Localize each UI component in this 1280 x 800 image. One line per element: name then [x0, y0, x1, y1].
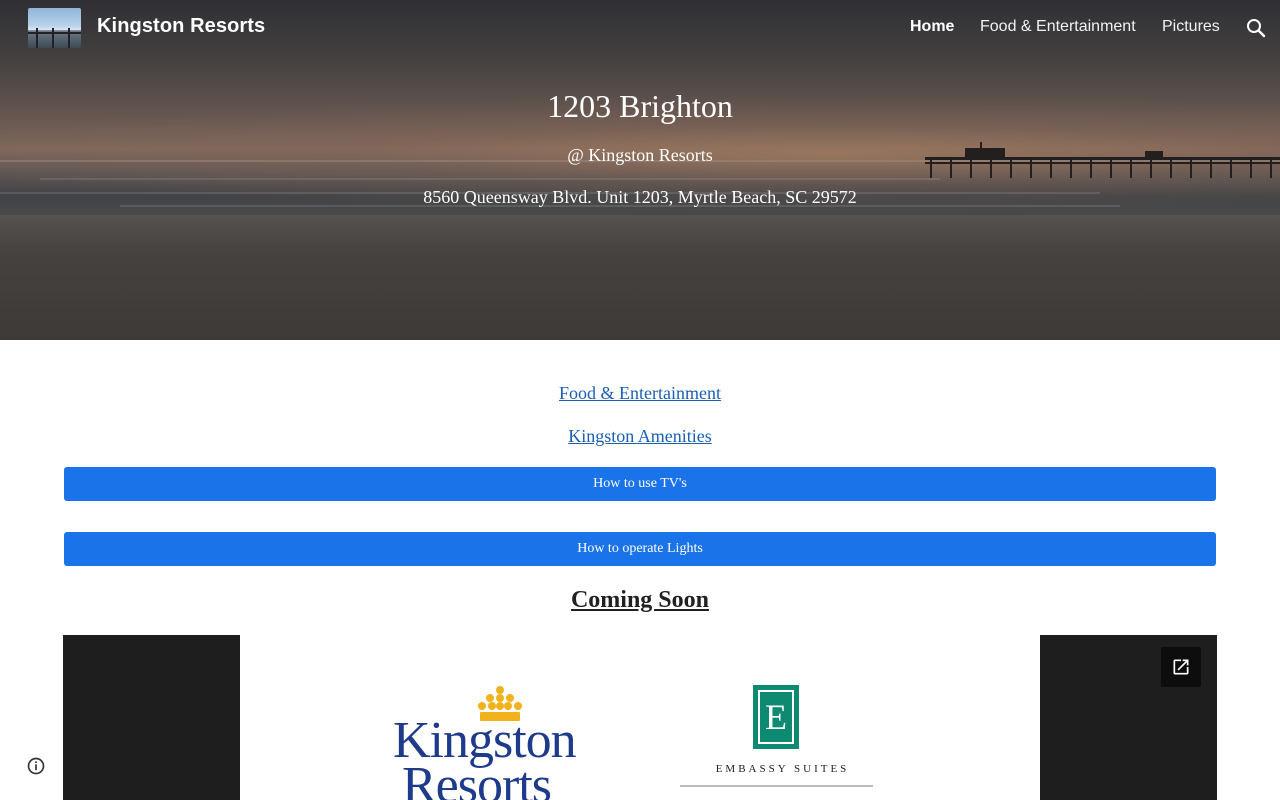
search-icon[interactable] — [1244, 16, 1268, 40]
hero-overlay — [0, 0, 1280, 340]
embassy-mark-icon: E — [753, 685, 799, 749]
kingston-amenities-link[interactable]: Kingston Amenities — [568, 426, 712, 446]
coming-soon-heading: Coming Soon — [570, 587, 710, 613]
food-entertainment-link-container: Food & Entertainment — [0, 383, 1280, 404]
site-title[interactable]: Kingston Resorts — [97, 15, 265, 38]
food-entertainment-link[interactable]: Food & Entertainment — [559, 383, 721, 403]
embassy-suites-name: EMBASSY SUITES — [715, 763, 850, 775]
embedded-image-viewer[interactable] — [63, 635, 1217, 800]
nav-item-home[interactable]: Home — [910, 18, 954, 36]
kingston-logo-line2: Resorts — [402, 757, 552, 800]
hero-banner — [0, 0, 1280, 340]
logo-post — [36, 28, 38, 48]
page-subtitle: @ Kingston Resorts — [567, 145, 713, 165]
viewer-left-margin — [63, 635, 240, 800]
embassy-underline — [680, 785, 873, 787]
page-title: 1203 Brighton — [547, 88, 733, 124]
info-icon[interactable] — [26, 756, 46, 776]
kingston-amenities-link-container: Kingston Amenities — [0, 426, 1280, 447]
logo-post — [52, 28, 54, 48]
how-to-use-tvs-button[interactable]: How to use TV's — [64, 467, 1216, 501]
open-in-new-icon[interactable] — [1161, 647, 1201, 687]
kingston-resorts-logo: Kingston Resorts — [390, 686, 610, 800]
site-logo[interactable] — [28, 8, 81, 48]
nav-item-food-entertainment[interactable]: Food & Entertainment — [980, 18, 1136, 36]
address-text: 8560 Queensway Blvd. Unit 1203, Myrtle B… — [423, 187, 857, 207]
nav-item-pictures[interactable]: Pictures — [1162, 18, 1220, 36]
open-in-new-glyph — [1173, 659, 1189, 675]
how-to-operate-lights-button[interactable]: How to operate Lights — [64, 532, 1216, 566]
logo-post — [68, 28, 70, 48]
embassy-suites-logo: E EMBASSY SUITES — [680, 685, 885, 800]
embassy-mark-letter: E — [758, 690, 794, 744]
